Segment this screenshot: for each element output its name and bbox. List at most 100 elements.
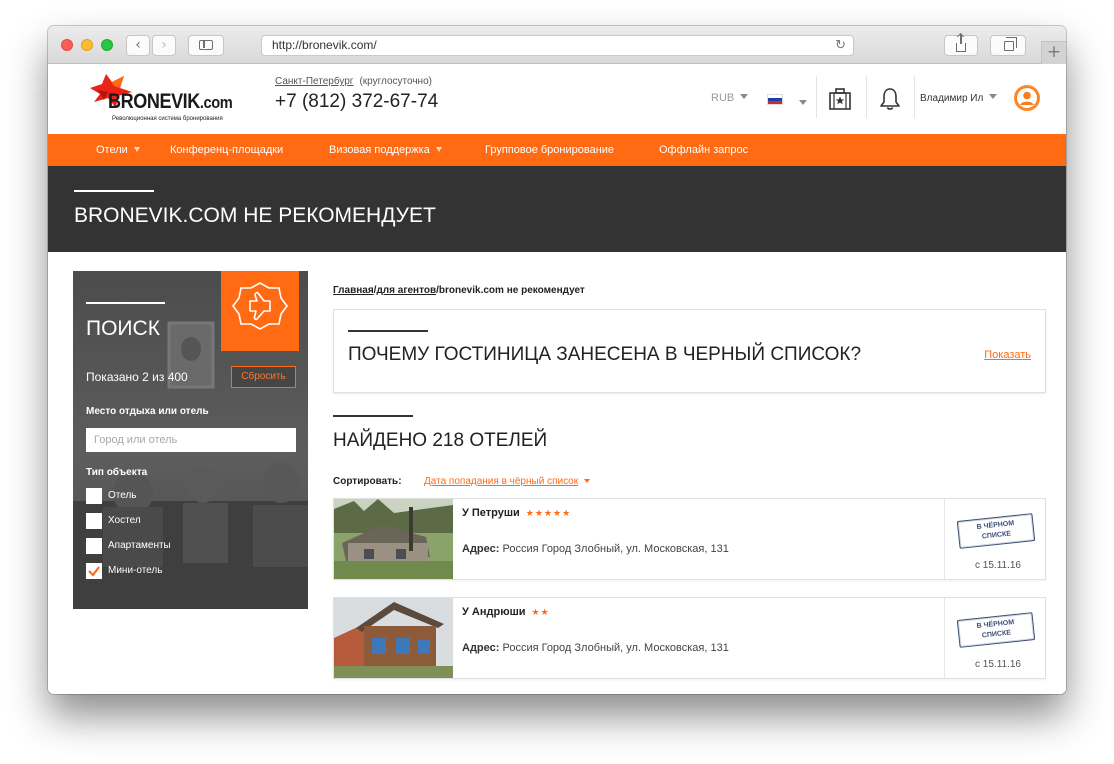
- close-window-button[interactable]: [61, 39, 73, 51]
- plus-icon: +: [1046, 42, 1062, 62]
- site-header: BRONEVIK.com Революционная система брони…: [48, 64, 1066, 134]
- breadcrumb-home[interactable]: Главная: [333, 285, 374, 296]
- hotel-address: Адрес: Россия Город Злобный, ул. Московс…: [462, 543, 729, 555]
- checkbox[interactable]: [86, 538, 102, 554]
- address-label: Адрес:: [462, 642, 500, 654]
- section-rule: [348, 330, 428, 332]
- hotel-photo[interactable]: [334, 499, 453, 579]
- nav-conference[interactable]: Конференц-площадки: [170, 134, 283, 166]
- currency-label: RUB: [711, 92, 735, 104]
- nav-group-booking[interactable]: Групповое бронирование: [485, 134, 614, 166]
- new-tab-button[interactable]: +: [1041, 41, 1066, 64]
- nav-visa[interactable]: Визовая поддержка: [329, 134, 442, 166]
- checkbox-label: Отель: [108, 490, 137, 501]
- nav-label: Групповое бронирование: [485, 144, 615, 156]
- sidebar-icon: [199, 40, 213, 50]
- nav-hotels[interactable]: Отели: [96, 134, 140, 166]
- divider: [914, 76, 915, 118]
- nav-offline-request[interactable]: Оффлайн запрос: [659, 134, 748, 166]
- user-menu[interactable]: Владимир Ил: [920, 93, 998, 104]
- share-icon: [956, 34, 966, 52]
- city-selector[interactable]: Санкт-Петербург: [275, 76, 353, 87]
- phone-number[interactable]: +7 (812) 372-67-74: [275, 91, 438, 113]
- address-value: Россия Город Злобный, ул. Московская, 13…: [502, 543, 729, 555]
- language-dropdown[interactable]: [793, 94, 807, 112]
- minimize-window-button[interactable]: [81, 39, 93, 51]
- chevron-down-icon: [584, 479, 591, 483]
- page-banner: BRONEVIK.COM НЕ РЕКОМЕНДУЕТ: [48, 166, 1066, 252]
- checkbox-label: Апартаменты: [108, 540, 171, 551]
- zoom-window-button[interactable]: [101, 39, 113, 51]
- hotel-name-text: У Петруши: [462, 507, 520, 519]
- thumbs-down-shield-icon: [232, 282, 288, 330]
- divider: [866, 76, 867, 118]
- user-avatar[interactable]: [1014, 85, 1040, 111]
- hotel-image: [334, 598, 453, 678]
- logo-wordmark: BRONEVIK.com: [108, 90, 233, 113]
- nav-label: Визовая поддержка: [329, 144, 430, 156]
- search-panel: ПОИСК Показано 2 из 400 Сбросить Место о…: [73, 271, 308, 609]
- chevron-down-icon: [435, 147, 442, 152]
- hours-text: (круглосуточно): [359, 76, 432, 87]
- star-rating-icon: ★★: [531, 607, 550, 617]
- blacklist-reason-title: ПОЧЕМУ ГОСТИНИЦА ЗАНЕСЕНА В ЧЕРНЫЙ СПИСО…: [348, 344, 862, 365]
- checkbox[interactable]: [86, 488, 102, 504]
- hotel-image: [334, 499, 453, 579]
- city-info: Санкт-Петербург (круглосуточно): [275, 76, 432, 87]
- blacklist-status: В ЧЁРНОМ СПИСКЕ с 15.11.16: [944, 598, 1045, 678]
- forward-button[interactable]: ›: [152, 35, 176, 56]
- hotel-photo[interactable]: [334, 598, 453, 678]
- search-title-rule: [86, 302, 165, 304]
- user-icon: [1017, 88, 1037, 108]
- blacklist-badge: [221, 271, 299, 351]
- breadcrumb: Главная/для агентов/bronevik.com не реко…: [333, 285, 585, 296]
- hotel-name[interactable]: У Петруши ★★★★★: [462, 507, 571, 519]
- main-nav: Отели Конференц-площадки Визовая поддерж…: [48, 134, 1066, 166]
- sort-dropdown[interactable]: Дата попадания в чёрный список: [424, 476, 591, 487]
- browser-toolbar: ‹ › http://bronevik.com/ ↻ +: [48, 26, 1066, 64]
- chevron-right-icon: ›: [161, 37, 167, 53]
- checkbox-label: Хостел: [108, 515, 141, 526]
- blacklist-stamp: В ЧЁРНОМ СПИСКЕ: [956, 612, 1036, 648]
- currency-selector[interactable]: RUB: [711, 92, 749, 104]
- favorites-briefcase-icon[interactable]: [827, 86, 853, 112]
- checkbox-checked[interactable]: [86, 563, 102, 579]
- russia-flag-icon[interactable]: [767, 94, 783, 105]
- divider: [816, 76, 817, 118]
- nav-label: Отели: [96, 144, 128, 156]
- results-title: НАЙДЕНО 218 ОТЕЛЕЙ: [333, 430, 548, 451]
- section-rule: [333, 415, 413, 417]
- checkmark-icon: [88, 566, 100, 577]
- place-label: Место отдыха или отель: [86, 406, 209, 417]
- logo-tagline: Революционная система бронирования: [112, 116, 223, 122]
- hotel-name[interactable]: У Андрюши ★★: [462, 606, 550, 618]
- address-label: Адрес:: [462, 543, 500, 555]
- hotel-card[interactable]: У Петруши ★★★★★ Адрес: Россия Город Злобн…: [333, 498, 1046, 580]
- site-logo[interactable]: BRONEVIK.com Революционная система брони…: [86, 70, 256, 126]
- place-search-input[interactable]: [86, 428, 296, 452]
- breadcrumb-current: bronevik.com не рекомендует: [438, 285, 585, 296]
- checkbox[interactable]: [86, 513, 102, 529]
- web-page: BRONEVIK.com Революционная система брони…: [48, 64, 1066, 694]
- back-button[interactable]: ‹: [126, 35, 150, 56]
- show-tabs-button[interactable]: [990, 35, 1026, 56]
- reset-button[interactable]: Сбросить: [231, 366, 296, 388]
- sidebar-toggle-button[interactable]: [188, 35, 224, 56]
- blacklist-date: с 15.11.16: [975, 659, 1021, 670]
- hotel-address: Адрес: Россия Город Злобный, ул. Московс…: [462, 642, 729, 654]
- breadcrumb-agents[interactable]: для агентов: [376, 285, 436, 296]
- reload-icon[interactable]: ↻: [835, 36, 846, 55]
- chevron-down-icon: [133, 147, 140, 152]
- bell-icon[interactable]: [877, 86, 903, 112]
- blacklist-stamp: В ЧЁРНОМ СПИСКЕ: [956, 513, 1036, 549]
- show-reason-link[interactable]: Показать: [984, 349, 1031, 361]
- nav-label: Конференц-площадки: [170, 144, 284, 156]
- browser-window: ‹ › http://bronevik.com/ ↻ + BRONEVIK.co…: [48, 26, 1066, 694]
- address-bar[interactable]: http://bronevik.com/ ↻: [261, 35, 854, 56]
- address-value: Россия Город Злобный, ул. Московская, 13…: [502, 642, 729, 654]
- share-button[interactable]: [944, 34, 978, 56]
- hotel-card[interactable]: У Андрюши ★★ Адрес: Россия Город Злобный,…: [333, 597, 1046, 679]
- star-rating-icon: ★★★★★: [525, 508, 572, 518]
- checkbox-label: Мини-отель: [108, 565, 163, 576]
- tabs-icon: [1004, 37, 1017, 51]
